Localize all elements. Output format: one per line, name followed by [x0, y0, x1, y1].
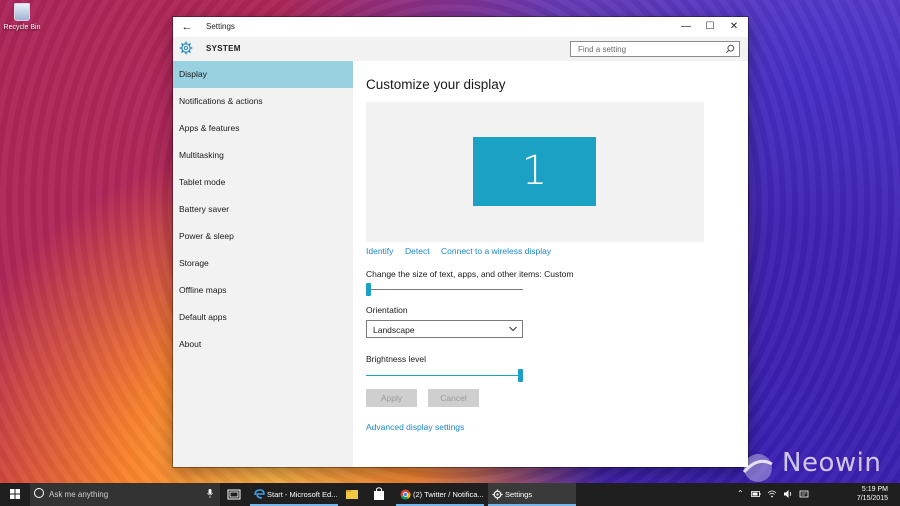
cortana-search-placeholder: Ask me anything [49, 490, 109, 499]
gear-icon [179, 41, 193, 55]
recycle-bin-icon [14, 3, 30, 21]
taskbar-app-chrome[interactable]: (2) Twitter / Notifica... [396, 483, 484, 506]
wireless-display-link[interactable]: Connect to a wireless display [441, 246, 551, 256]
detect-link[interactable]: Detect [405, 246, 430, 256]
chevron-down-icon [509, 326, 517, 332]
apply-button[interactable]: Apply [366, 389, 417, 407]
wifi-icon[interactable] [767, 489, 777, 499]
settings-sidebar: Display Notifications & actions Apps & f… [173, 61, 353, 467]
sidebar-item-about[interactable]: About [173, 331, 353, 358]
minimize-button[interactable]: — [674, 19, 698, 35]
neowin-logo-icon [742, 454, 773, 482]
orientation-label: Orientation [366, 305, 408, 315]
taskbar-app-settings-label: Settings [505, 490, 533, 499]
sidebar-item-battery-saver[interactable]: Battery saver [173, 196, 353, 223]
store-icon[interactable] [370, 483, 388, 506]
display-settings-panel: Customize your display 1 Identify Detect… [353, 61, 748, 467]
search-icon[interactable] [725, 44, 735, 54]
orientation-dropdown[interactable]: Landscape [366, 320, 523, 338]
section-header: SYSTEM [173, 37, 748, 61]
sidebar-item-notifications[interactable]: Notifications & actions [173, 88, 353, 115]
scale-slider[interactable] [366, 283, 523, 296]
sidebar-item-display[interactable]: Display [173, 61, 353, 88]
page-title: Customize your display [366, 77, 506, 92]
cancel-button[interactable]: Cancel [428, 389, 479, 407]
sidebar-item-multitasking[interactable]: Multitasking [173, 142, 353, 169]
taskbar-clock[interactable]: 5:19 PM 7/15/2015 [857, 485, 888, 503]
taskbar-app-chrome-label: (2) Twitter / Notifica... [413, 490, 484, 499]
battery-icon[interactable] [751, 489, 761, 499]
orientation-value: Landscape [373, 325, 415, 335]
settings-search[interactable] [570, 41, 740, 57]
settings-window: ← Settings — ☐ ✕ SYSTEM Display Not [173, 17, 748, 467]
taskbar-app-edge[interactable]: Start - Microsoft Ed... [250, 483, 338, 506]
section-title: SYSTEM [206, 44, 241, 53]
windows-start-icon[interactable] [0, 483, 30, 506]
window-title: Settings [206, 22, 235, 31]
clock-date: 7/15/2015 [856, 495, 888, 502]
sidebar-item-offline-maps[interactable]: Offline maps [173, 277, 353, 304]
clock-time: 5:19 PM [861, 486, 888, 493]
cortana-search-box[interactable]: Ask me anything [30, 483, 220, 506]
brightness-slider-thumb[interactable] [518, 369, 523, 382]
recycle-bin[interactable]: Recycle Bin [2, 3, 42, 31]
brightness-slider-fill [366, 375, 521, 376]
maximize-button[interactable]: ☐ [698, 19, 722, 35]
sidebar-item-tablet-mode[interactable]: Tablet mode [173, 169, 353, 196]
notifications-icon[interactable] [799, 489, 809, 499]
sidebar-item-storage[interactable]: Storage [173, 250, 353, 277]
brightness-label: Brightness level [366, 354, 427, 364]
cortana-icon [34, 488, 44, 498]
file-explorer-icon[interactable] [343, 483, 361, 506]
taskbar: Ask me anything Start - Microsoft Ed... [0, 483, 900, 506]
sidebar-item-apps-features[interactable]: Apps & features [173, 115, 353, 142]
monitor-tile[interactable]: 1 [473, 137, 596, 206]
brightness-slider[interactable] [366, 369, 523, 382]
edge-browser-icon [254, 489, 265, 499]
microphone-icon[interactable] [207, 489, 213, 498]
show-hidden-icons-chevron-icon[interactable]: ⌃ [737, 489, 744, 498]
system-tray: ⌃ 5:19 PM 7/15/2015 [735, 483, 900, 506]
chrome-icon [400, 489, 411, 500]
settings-search-input[interactable] [576, 44, 720, 55]
volume-icon[interactable] [783, 489, 793, 499]
taskbar-app-edge-label: Start - Microsoft Ed... [267, 490, 338, 499]
back-arrow-icon[interactable]: ← [179, 19, 195, 35]
display-preview: 1 [366, 102, 704, 242]
settings-gear-icon [492, 489, 503, 500]
scale-slider-thumb[interactable] [366, 283, 371, 296]
neowin-watermark: Neowin [782, 448, 882, 478]
title-bar: ← Settings — ☐ ✕ [173, 17, 748, 37]
taskbar-app-settings[interactable]: Settings [488, 483, 576, 506]
close-button[interactable]: ✕ [722, 19, 746, 35]
advanced-display-settings-link[interactable]: Advanced display settings [366, 422, 464, 432]
task-view-icon[interactable] [225, 483, 243, 506]
recycle-bin-label: Recycle Bin [3, 24, 41, 31]
scale-label: Change the size of text, apps, and other… [366, 269, 574, 279]
identify-link[interactable]: Identify [366, 246, 393, 256]
sidebar-item-default-apps[interactable]: Default apps [173, 304, 353, 331]
sidebar-item-power-sleep[interactable]: Power & sleep [173, 223, 353, 250]
